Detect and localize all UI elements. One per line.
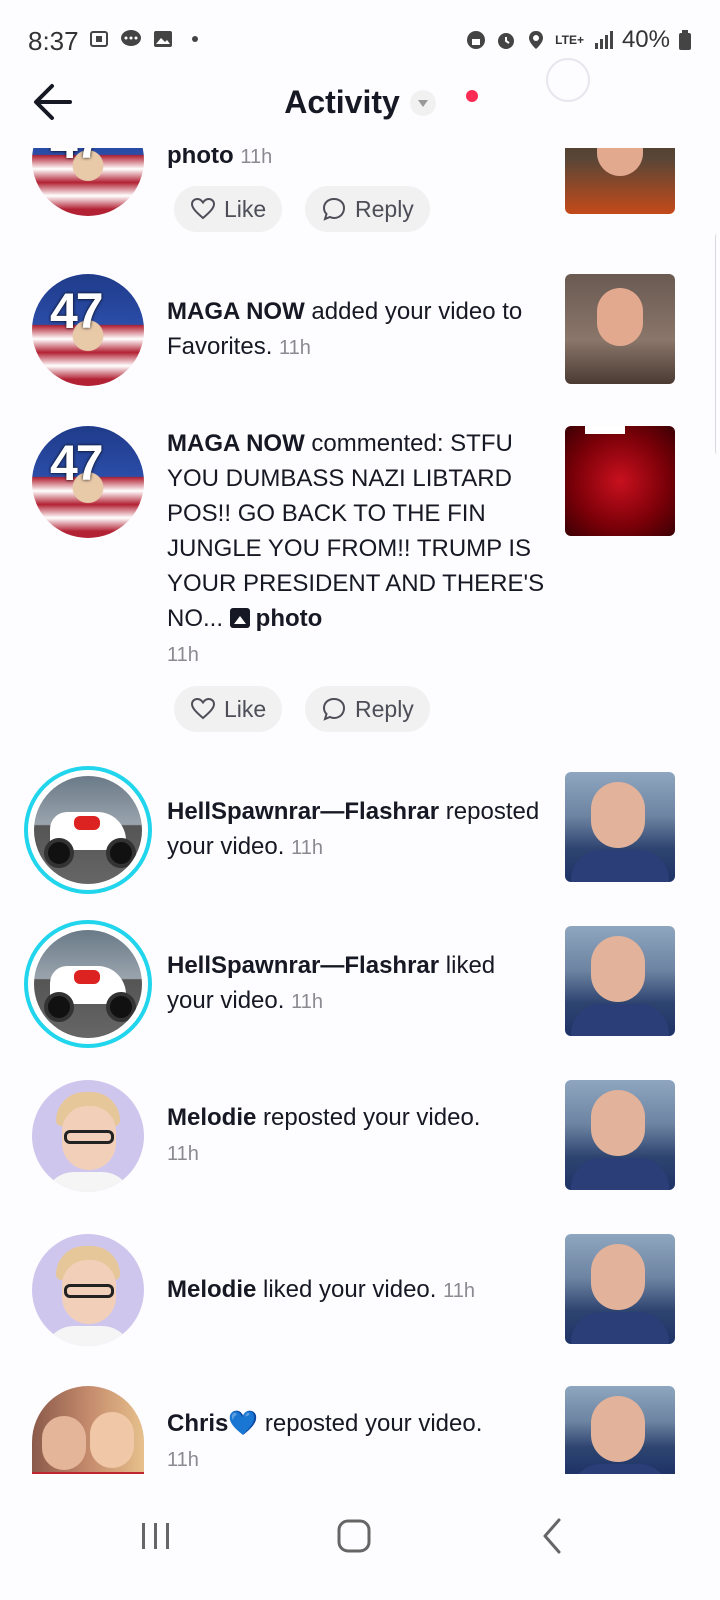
avatar[interactable] [32, 1234, 144, 1346]
notification-text: Chris💙 reposted your video. 11h [167, 1410, 483, 1471]
alarm-icon [498, 33, 515, 49]
avatar-story-ring[interactable] [24, 920, 152, 1048]
like-button[interactable]: Like [174, 686, 283, 732]
activity-title-dropdown[interactable]: Activity [0, 84, 720, 121]
video-thumbnail[interactable] [565, 1386, 675, 1474]
blue-heart-icon: 💙 [228, 1410, 259, 1437]
system-icons: LTE+ 40% [465, 26, 692, 54]
chevron-down-icon [409, 89, 436, 116]
image-icon [229, 608, 250, 628]
notification-icons [88, 28, 206, 50]
new-indicator-dot [466, 90, 478, 102]
status-time: 8:37 [28, 26, 79, 56]
location-icon [529, 31, 544, 49]
video-thumbnail[interactable] [565, 1080, 675, 1190]
notification-text: HellSpawnrar—Flashrar liked your video. … [167, 952, 496, 1014]
screenshot-icon [90, 31, 108, 47]
reply-button[interactable]: Reply [305, 686, 430, 732]
system-navigation-bar [0, 1480, 720, 1600]
video-thumbnail[interactable] [565, 772, 675, 882]
reply-button[interactable]: Reply [305, 186, 430, 232]
avatar [34, 776, 142, 884]
recent-apps-button[interactable] [116, 1504, 196, 1568]
battery-icon [679, 30, 691, 50]
home-icon [337, 1519, 371, 1553]
battery-level: 40% [621, 26, 670, 53]
heart-icon [190, 197, 216, 220]
notification-text: MAGA NOW commented: STFU YOU DUMBASS NAZ… [167, 430, 545, 666]
video-thumbnail[interactable] [565, 1234, 675, 1344]
avatar[interactable] [32, 1386, 144, 1474]
notification-text: photo 11h [167, 148, 273, 169]
video-thumbnail[interactable] [565, 426, 675, 536]
page-title: Activity [284, 84, 400, 120]
glasses-image [64, 1130, 114, 1144]
video-thumbnail[interactable] [565, 148, 675, 214]
like-button[interactable]: Like [174, 186, 283, 232]
notification-text: Melodie liked your video. 11h [167, 1276, 475, 1303]
header: Activity [0, 80, 720, 150]
system-back-button[interactable] [512, 1504, 592, 1568]
network-label: LTE+ [555, 33, 584, 47]
home-button[interactable] [314, 1504, 394, 1568]
dot-icon [192, 36, 198, 42]
video-thumbnail[interactable] [565, 926, 675, 1036]
status-bar: 8:37 LTE+ 40% [0, 0, 720, 80]
signal-icon [594, 31, 613, 49]
scrollbar[interactable] [715, 234, 720, 454]
avatar[interactable]: 47 [32, 148, 144, 216]
glasses-image [64, 1284, 114, 1298]
avatar[interactable]: 47 [32, 274, 144, 386]
speech-bubble-icon [322, 197, 346, 221]
chevron-left-icon [543, 1518, 561, 1554]
video-thumbnail[interactable] [565, 274, 675, 384]
touch-indicator [546, 58, 590, 102]
avatar[interactable] [32, 1080, 144, 1192]
notification-text: MAGA NOW added your video to Favorites. … [167, 298, 523, 360]
activity-feed[interactable]: 47 photo 11h Like Reply 47 MAGA NOW adde… [0, 148, 720, 1510]
lock-icon [467, 31, 486, 49]
avatar-story-ring[interactable] [24, 766, 152, 894]
avatar[interactable]: 47 [32, 426, 144, 538]
heart-icon [190, 697, 216, 720]
notification-text: Melodie reposted your video. 11h [167, 1104, 481, 1165]
speech-bubble-icon [322, 697, 346, 721]
notification-text: HellSpawnrar—Flashrar reposted your vide… [167, 798, 540, 860]
recents-icon [142, 1523, 169, 1549]
gallery-icon [154, 31, 172, 47]
thumbnail-overlay [585, 426, 625, 434]
avatar [34, 930, 142, 1038]
message-icon [121, 30, 141, 46]
